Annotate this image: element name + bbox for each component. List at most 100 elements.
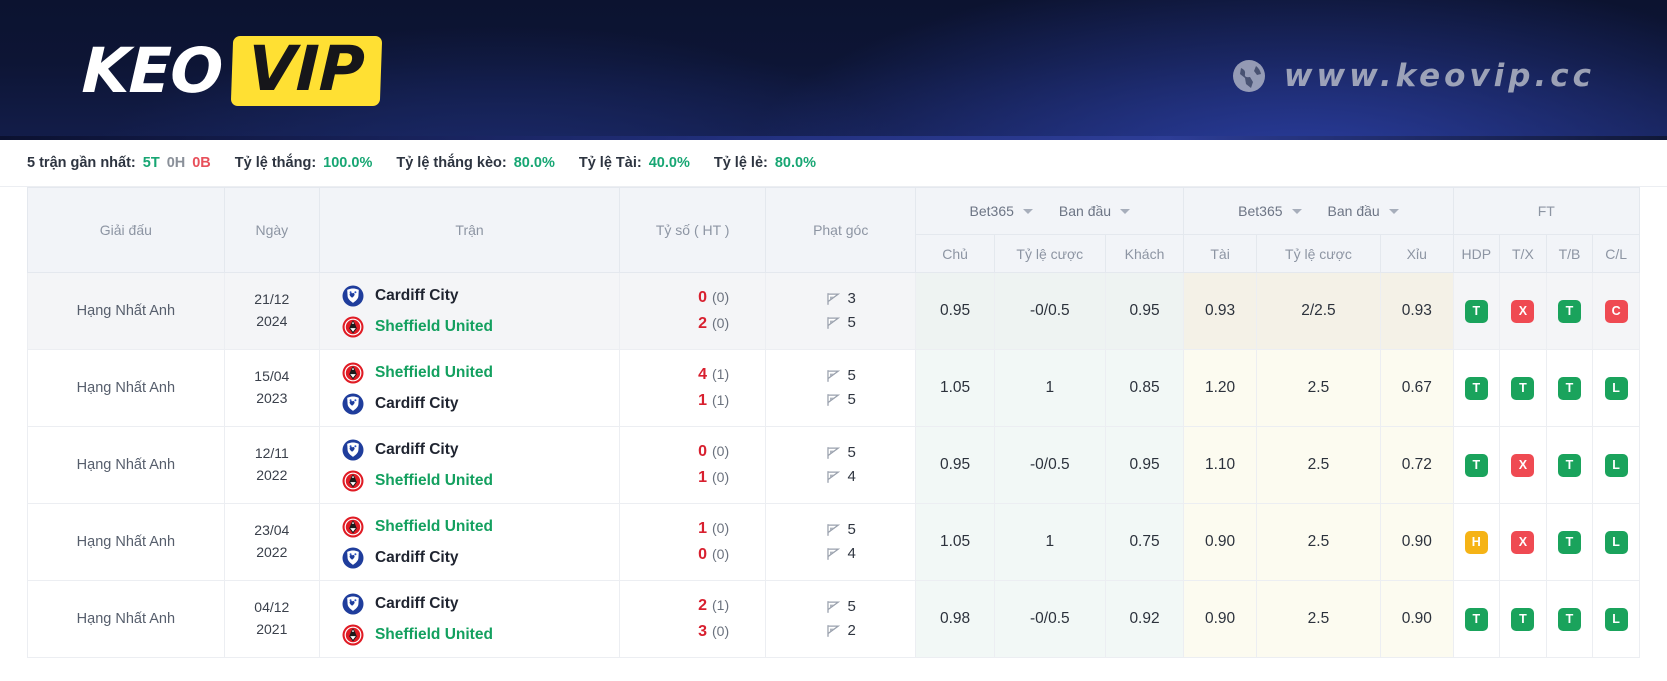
- cell-date: 23/04 2022: [223, 503, 320, 581]
- away-team-row[interactable]: Sheffield United: [342, 465, 618, 496]
- stat-label: Tỷ lệ lẻ:: [713, 155, 768, 171]
- away-team-row[interactable]: Sheffield United: [342, 619, 618, 650]
- th-ft-hdp: HDP: [1452, 234, 1501, 273]
- stat-value: 100.0%: [323, 155, 373, 171]
- logo[interactable]: KEO VIP: [81, 32, 382, 107]
- team-crest-icon: [342, 547, 364, 569]
- th-group-ft: FT: [1452, 187, 1641, 235]
- home-team-row[interactable]: Cardiff City: [342, 434, 618, 465]
- th-date: Ngày: [223, 187, 320, 273]
- status-badge: X: [1511, 299, 1535, 323]
- handicap-bookmaker-select[interactable]: Bet365: [970, 203, 1033, 219]
- cell-match[interactable]: Cardiff City Sheffield United: [318, 272, 621, 350]
- status-badge: T: [1557, 299, 1581, 323]
- chevron-down-icon: [1291, 208, 1302, 214]
- away-team-row[interactable]: Cardiff City: [342, 388, 618, 419]
- home-halftime: (1): [712, 597, 730, 614]
- stat-odd-rate: Tỷ lệ lẻ: 80.0%: [714, 155, 816, 171]
- stat-recent-matches: 5 trận gần nhất: 5T 0H 0B: [27, 155, 211, 171]
- chevron-down-icon: [1120, 208, 1131, 214]
- cell-hdp-line: 1: [993, 503, 1106, 581]
- cell-hdp-home: 1.05: [915, 349, 995, 427]
- losses-value: 0B: [192, 155, 211, 171]
- away-team-row[interactable]: Cardiff City: [342, 542, 618, 573]
- cell-match[interactable]: Sheffield United Cardiff City: [318, 349, 621, 427]
- home-corner-line: 5: [767, 595, 914, 619]
- handicap-bookmaker-value: Bet365: [969, 203, 1014, 219]
- table-row[interactable]: Hạng Nhất Anh 21/12 2024 Cardiff City She…: [27, 272, 1640, 350]
- team-crest-icon: [342, 516, 364, 538]
- home-team-row[interactable]: Sheffield United: [342, 357, 618, 388]
- chevron-down-icon: [1388, 208, 1399, 214]
- home-team-row[interactable]: Cardiff City: [342, 588, 618, 619]
- away-goals: 2: [698, 315, 708, 332]
- cell-ou-line: 2.5: [1255, 503, 1382, 581]
- status-badge: L: [1604, 530, 1628, 554]
- cell-league: Hạng Nhất Anh: [27, 503, 225, 581]
- overunder-bookmaker-select[interactable]: Bet365: [1238, 203, 1302, 219]
- cell-match[interactable]: Cardiff City Sheffield United: [318, 580, 621, 658]
- th-score: Tỷ số ( HT ): [619, 187, 767, 273]
- status-badge: T: [1464, 607, 1488, 631]
- cell-league: Hạng Nhất Anh: [27, 426, 225, 504]
- status-badge: T: [1557, 607, 1581, 631]
- status-badge: T: [1511, 607, 1535, 631]
- home-score-line: 2 (1): [621, 593, 729, 619]
- team-crest-icon: [342, 285, 364, 307]
- home-corner-count: 5: [847, 366, 856, 384]
- cell-ft-0: H: [1452, 503, 1501, 581]
- table-row[interactable]: Hạng Nhất Anh 23/04 2022 Sheffield United…: [27, 503, 1640, 581]
- table-row[interactable]: Hạng Nhất Anh 15/04 2023 Sheffield United…: [27, 349, 1640, 427]
- cell-score: 0 (0) 1 (0): [619, 426, 767, 504]
- home-corner-line: 3: [767, 287, 914, 311]
- team-crest-icon: [342, 393, 364, 415]
- home-corner-count: 5: [847, 520, 856, 538]
- away-corner-count: 2: [847, 622, 856, 639]
- cell-ft-0: T: [1452, 426, 1501, 504]
- stat-label: Tỷ lệ Tài:: [578, 155, 642, 171]
- status-badge: X: [1511, 453, 1535, 477]
- cell-date: 21/12 2024: [223, 272, 320, 350]
- cell-ft-3: C: [1592, 272, 1640, 350]
- cell-over: 1.20: [1183, 349, 1257, 427]
- away-halftime: (0): [712, 315, 730, 331]
- home-team-row[interactable]: Cardiff City: [342, 280, 618, 311]
- status-badge: L: [1604, 376, 1628, 400]
- home-team-row[interactable]: Sheffield United: [342, 511, 618, 542]
- cell-hdp-away: 0.75: [1104, 503, 1185, 581]
- logo-vip-text: VIP: [230, 32, 382, 106]
- away-team-name: Cardiff City: [374, 548, 459, 566]
- cell-ft-3: L: [1592, 503, 1640, 581]
- stat-value: 80.0%: [774, 155, 816, 171]
- site-url-text: www.keovip.cc: [1283, 58, 1595, 94]
- away-team-row[interactable]: Sheffield United: [342, 311, 618, 342]
- table-row[interactable]: Hạng Nhất Anh 04/12 2021 Cardiff City She…: [27, 580, 1640, 658]
- site-url-block: www.keovip.cc: [1232, 58, 1595, 94]
- cell-ft-1: X: [1499, 503, 1547, 581]
- away-score-line: 3 (0): [621, 619, 729, 645]
- home-halftime: (0): [712, 520, 730, 537]
- home-goals: 2: [698, 597, 708, 615]
- cell-match[interactable]: Cardiff City Sheffield United: [318, 426, 621, 504]
- overunder-period-value: Ban đầu: [1327, 203, 1380, 219]
- away-corner-line: 2: [767, 619, 914, 643]
- cell-ft-2: T: [1545, 503, 1594, 581]
- cell-match[interactable]: Sheffield United Cardiff City: [318, 503, 621, 581]
- home-score-line: 1 (0): [621, 516, 729, 542]
- table-row[interactable]: Hạng Nhất Anh 12/11 2022 Cardiff City She…: [27, 426, 1640, 504]
- team-crest-icon: [342, 439, 364, 461]
- cell-hdp-home: 0.98: [915, 580, 995, 658]
- cell-ft-2: T: [1545, 349, 1594, 427]
- away-corner-count: 4: [847, 468, 856, 485]
- team-crest-icon: [342, 593, 364, 615]
- overunder-period-select[interactable]: Ban đầu: [1328, 203, 1399, 219]
- home-team-name: Cardiff City: [374, 286, 459, 304]
- home-corner-count: 5: [847, 597, 856, 615]
- home-score-line: 4 (1): [621, 362, 729, 388]
- away-goals: 1: [698, 392, 708, 409]
- cell-under: 0.90: [1380, 503, 1454, 581]
- cell-hdp-line: 1: [993, 349, 1106, 427]
- cell-hdp-away: 0.92: [1104, 580, 1185, 658]
- handicap-period-select[interactable]: Ban đầu: [1059, 203, 1131, 219]
- stat-handicap-win-rate: Tỷ lệ thắng kèo: 80.0%: [396, 155, 555, 171]
